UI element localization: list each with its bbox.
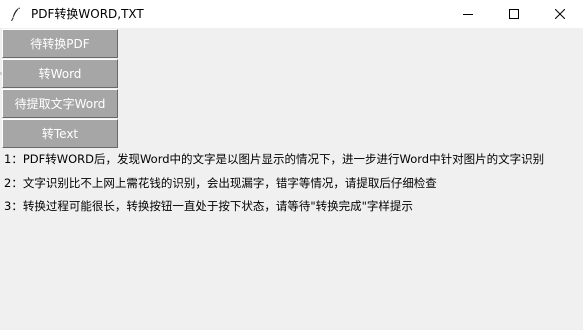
- pending-extract-word-button[interactable]: 待提取文字Word: [2, 89, 118, 118]
- to-word-button[interactable]: 转Word: [2, 59, 118, 88]
- minimize-icon: [463, 14, 473, 15]
- app-window: PDF转换WORD,TXT 待转换PDF 转Word 待提取文字Word 转Te…: [0, 0, 583, 330]
- maximize-icon: [509, 9, 519, 19]
- to-text-button[interactable]: 转Text: [2, 119, 118, 148]
- note-2: 2：文字识别比不上网上需花钱的识别，会出现漏字，错字等情况，请提取后仔细检查: [4, 176, 437, 190]
- note-3: 3：转换过程可能很长，转换按钮一直处于按下状态，请等待"转换完成"字样提示: [4, 199, 413, 213]
- pending-pdf-button[interactable]: 待转换PDF: [2, 29, 118, 58]
- maximize-button[interactable]: [491, 0, 537, 28]
- note-1: 1：PDF转WORD后，发现Word中的文字是以图片显示的情况下，进一步进行Wo…: [4, 152, 545, 166]
- client-area: 待转换PDF 转Word 待提取文字Word 转Text 1：PDF转WORD后…: [0, 28, 583, 330]
- window-title: PDF转换WORD,TXT: [31, 7, 144, 21]
- minimize-button[interactable]: [445, 0, 491, 28]
- feather-icon: [11, 7, 20, 22]
- close-icon: [555, 9, 565, 19]
- close-button[interactable]: [537, 0, 583, 28]
- title-bar[interactable]: PDF转换WORD,TXT: [0, 0, 583, 28]
